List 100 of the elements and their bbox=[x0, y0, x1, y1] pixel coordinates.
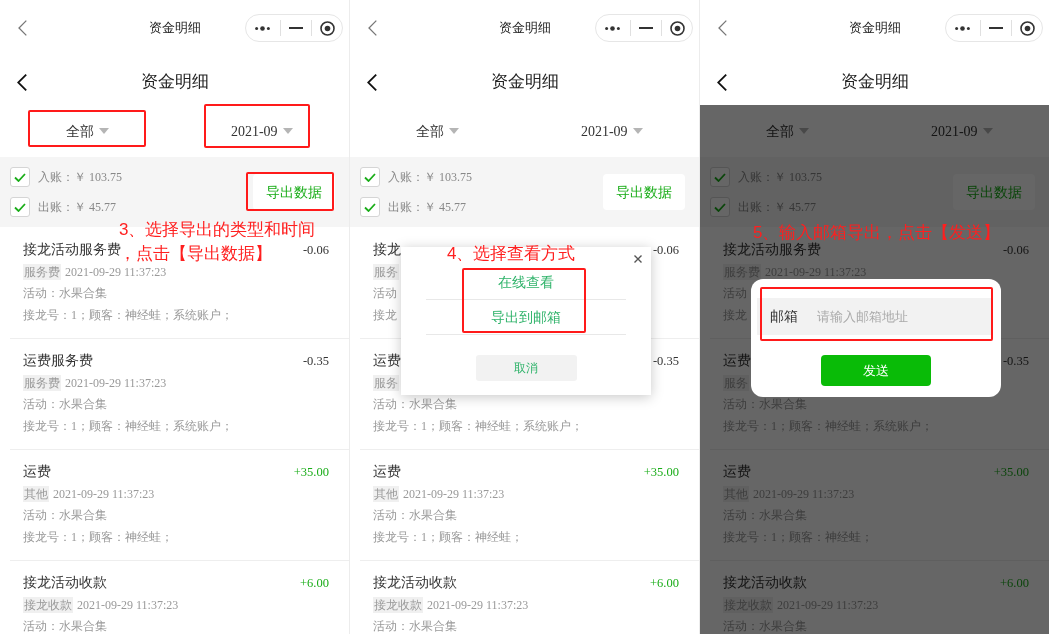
checkbox[interactable] bbox=[360, 167, 380, 187]
category-tag: 服务 bbox=[373, 375, 399, 391]
category-tag: 服务费 bbox=[23, 375, 61, 391]
record-time: 2021-09-29 11:37:23 bbox=[403, 486, 505, 502]
filter-dropdown[interactable]: 2021-09 bbox=[930, 120, 993, 142]
category-tag: 接龙收款 bbox=[23, 597, 73, 613]
filter-dropdown[interactable]: 全部 bbox=[65, 120, 109, 142]
cancel-button[interactable]: 取消 bbox=[475, 355, 577, 381]
category-tag: 服务费 bbox=[23, 264, 61, 280]
record-activity: 活动：水果合集 bbox=[373, 619, 457, 633]
record-activity: 活动：水果合集 bbox=[23, 286, 107, 300]
back-icon[interactable] bbox=[717, 73, 727, 91]
target-icon[interactable] bbox=[670, 20, 685, 36]
record-title: 运费 bbox=[373, 464, 401, 480]
filter-dropdown[interactable]: 2021-09 bbox=[580, 120, 643, 142]
record-activity: 活动：水果合集 bbox=[373, 508, 457, 522]
record-title: 接龙活动收款 bbox=[373, 575, 457, 591]
caret-icon bbox=[632, 128, 643, 134]
record-title: 运费 bbox=[723, 353, 751, 369]
check-icon bbox=[364, 172, 376, 182]
record-amount: +6.00 bbox=[300, 575, 329, 591]
more-icon[interactable] bbox=[605, 25, 620, 31]
checkbox[interactable] bbox=[710, 197, 730, 217]
caret-icon bbox=[982, 128, 993, 134]
more-icon[interactable] bbox=[255, 25, 270, 31]
more-icon[interactable] bbox=[955, 25, 970, 31]
annotation-text: 5、输入邮箱导出，点击【发送】 bbox=[753, 224, 1001, 242]
record-amount: -0.06 bbox=[302, 242, 329, 258]
record-detail: 接龙号：1；顾客：神经蛙； bbox=[373, 529, 523, 546]
mini-program-title: 资金明细 bbox=[498, 19, 551, 38]
filter-dropdown[interactable]: 全部 bbox=[765, 120, 809, 142]
check-icon bbox=[364, 202, 376, 212]
record-detail: 接龙号：1；顾客：神经蛙； bbox=[23, 529, 173, 546]
record-amount: +6.00 bbox=[650, 575, 679, 591]
check-icon bbox=[14, 172, 26, 182]
send-button[interactable]: 发送 bbox=[821, 355, 931, 386]
email-input[interactable]: 请输入邮箱地址 bbox=[817, 298, 992, 335]
caret-icon bbox=[282, 128, 293, 134]
summary-amount: 出账：￥ 45.77 bbox=[38, 199, 116, 216]
record-activity: 活动：水果合集 bbox=[23, 619, 107, 633]
record-title: 运费 bbox=[723, 464, 751, 480]
check-icon bbox=[714, 202, 726, 212]
checkbox[interactable] bbox=[10, 167, 30, 187]
record-time: 2021-09-29 11:37:23 bbox=[77, 597, 179, 613]
record-detail: 接龙号：1；顾客：神经蛙；系统账户； bbox=[23, 418, 233, 435]
export-button[interactable]: 导出数据 bbox=[253, 174, 335, 210]
back-icon[interactable] bbox=[17, 73, 27, 91]
record-title: 接龙活动服务费 bbox=[23, 242, 121, 258]
caret-icon bbox=[448, 128, 459, 134]
record-amount: +6.00 bbox=[1000, 575, 1029, 591]
record-title: 接龙 bbox=[373, 242, 401, 258]
checkbox[interactable] bbox=[710, 167, 730, 187]
caret-icon bbox=[798, 128, 809, 134]
annotation-text: 4、选择查看方式 bbox=[447, 243, 576, 265]
page-title: 资金明细 bbox=[140, 71, 209, 94]
record-detail: 接龙号：1；顾客：神经蛙；系统账户； bbox=[373, 418, 583, 435]
page-title: 资金明细 bbox=[490, 71, 559, 94]
caret-icon bbox=[98, 128, 109, 134]
checkbox[interactable] bbox=[10, 197, 30, 217]
export-button[interactable]: 导出数据 bbox=[603, 174, 685, 210]
record-amount: +35.00 bbox=[293, 464, 329, 480]
record-amount: -0.35 bbox=[1002, 353, 1029, 369]
record-amount: -0.06 bbox=[1002, 242, 1029, 258]
mini-program-title: 资金明细 bbox=[848, 19, 901, 38]
record-time: 2021-09-29 11:37:23 bbox=[53, 486, 155, 502]
mini-program-title: 资金明细 bbox=[148, 19, 201, 38]
record-activity: 活动 bbox=[373, 286, 397, 300]
record-activity: 活动：水果合集 bbox=[23, 508, 107, 522]
summary-amount: 出账：￥ 45.77 bbox=[388, 199, 466, 216]
summary-amount: 入账：￥ 103.75 bbox=[38, 169, 122, 186]
record-detail: 接龙号：1；顾客：神经蛙；系统账户； bbox=[23, 307, 233, 324]
record-activity: 活动：水果合集 bbox=[23, 397, 107, 411]
record-title: 接龙活动收款 bbox=[23, 575, 107, 591]
record-amount: +35.00 bbox=[643, 464, 679, 480]
record-amount: -0.35 bbox=[652, 353, 679, 369]
record-amount: -0.06 bbox=[652, 242, 679, 258]
record-time: 2021-09-29 11:37:23 bbox=[65, 375, 167, 391]
target-icon[interactable] bbox=[1020, 20, 1035, 36]
record-title: 运费 bbox=[23, 464, 51, 480]
record-title: 接龙活动收款 bbox=[723, 575, 807, 591]
summary-amount: 入账：￥ 103.75 bbox=[388, 169, 472, 186]
back-icon[interactable] bbox=[367, 73, 377, 91]
check-icon bbox=[14, 202, 26, 212]
record-time: 2021-09-29 11:37:23 bbox=[65, 264, 167, 280]
record-title: 运费服务费 bbox=[23, 353, 93, 369]
category-tag: 其他 bbox=[23, 486, 49, 502]
checkbox[interactable] bbox=[360, 197, 380, 217]
category-tag: 接龙收款 bbox=[373, 597, 423, 613]
filter-dropdown[interactable]: 2021-09 bbox=[230, 120, 293, 142]
record-amount: -0.35 bbox=[302, 353, 329, 369]
filter-dropdown[interactable]: 全部 bbox=[415, 120, 459, 142]
record-time: 2021-09-29 11:37:23 bbox=[427, 597, 529, 613]
export-button[interactable]: 导出数据 bbox=[953, 174, 1035, 210]
email-field[interactable]: 邮箱 请输入邮箱地址 bbox=[757, 298, 992, 335]
check-icon bbox=[714, 172, 726, 182]
record-title: 接龙活动服务费 bbox=[723, 242, 821, 258]
close-icon[interactable] bbox=[634, 255, 642, 263]
target-icon[interactable] bbox=[320, 20, 335, 36]
record-amount: +35.00 bbox=[993, 464, 1029, 480]
record-activity: 活动：水果合集 bbox=[373, 397, 457, 411]
